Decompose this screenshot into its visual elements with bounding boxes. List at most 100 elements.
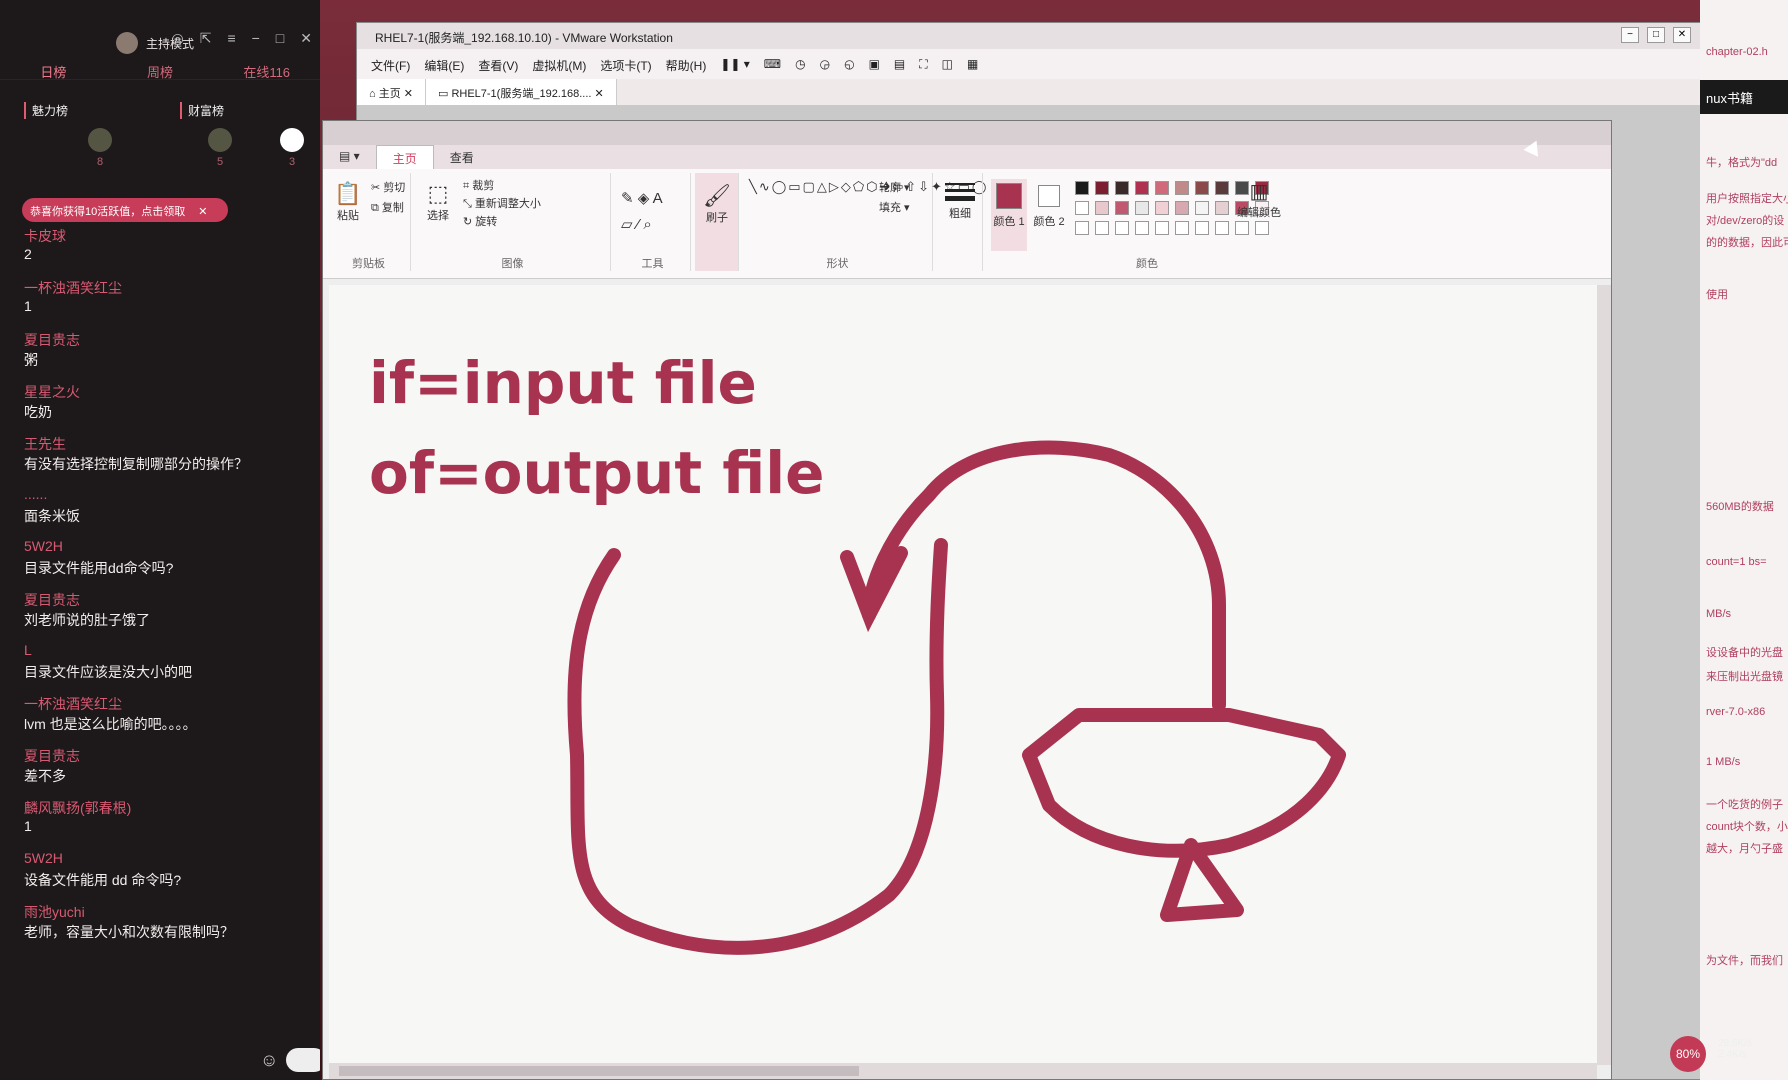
drawing-canvas[interactable]: if=input file of=output file	[329, 285, 1597, 1065]
chat-username[interactable]: 一杯浊酒笑红尘	[24, 694, 314, 714]
chat-username[interactable]: 一杯浊酒笑红尘	[24, 278, 314, 298]
minimize-icon[interactable]: −	[1621, 27, 1639, 43]
tab-view[interactable]: 查看	[434, 145, 490, 169]
tab-home[interactable]: ⌂ 主页 ✕	[357, 79, 426, 105]
palette-swatch[interactable]	[1215, 201, 1229, 215]
custom-swatch[interactable]	[1155, 221, 1169, 235]
palette-swatch[interactable]	[1215, 181, 1229, 195]
menu-file[interactable]: 文件(F)	[371, 57, 410, 73]
color2-button[interactable]: 颜色 2	[1031, 179, 1067, 229]
fill-icon[interactable]: ◈	[638, 190, 650, 207]
vertical-scrollbar[interactable]	[1597, 285, 1611, 1065]
reward-notice[interactable]: 恭喜你获得10活跃值，点击领取 ✕	[22, 198, 228, 222]
revert-icon[interactable]: ◶	[820, 57, 830, 71]
chat-username[interactable]: 夏目贵志	[24, 590, 314, 610]
menu-tabs[interactable]: 选项卡(T)	[600, 57, 651, 73]
custom-swatch[interactable]	[1095, 221, 1109, 235]
charm-rank-label[interactable]: 魅力榜	[24, 102, 68, 119]
file-menu-button[interactable]: ▤ ▾	[323, 145, 376, 169]
rank-user[interactable]: 5	[208, 128, 232, 168]
settings-icon[interactable]: ◎	[171, 30, 183, 47]
chat-input[interactable]	[286, 1048, 320, 1072]
close-icon[interactable]: ✕	[300, 30, 312, 47]
color-picker-icon[interactable]: ⁄	[637, 216, 640, 233]
paste-button[interactable]: 📋 粘贴	[333, 181, 363, 223]
custom-swatch[interactable]	[1135, 221, 1149, 235]
wealth-rank-label[interactable]: 财富榜	[180, 102, 224, 119]
custom-swatch[interactable]	[1115, 221, 1129, 235]
tab-weekly[interactable]: 周榜	[107, 62, 214, 81]
maximize-icon[interactable]: □	[276, 30, 284, 47]
horizontal-scrollbar[interactable]	[329, 1063, 1597, 1079]
cut-button[interactable]: ✂ 剪切	[371, 179, 405, 195]
unity-icon[interactable]: ◫	[942, 57, 953, 71]
snapshot-icon[interactable]: ◷	[795, 57, 805, 71]
palette-swatch[interactable]	[1155, 181, 1169, 195]
send-keys-icon[interactable]: ⌨	[764, 57, 781, 71]
close-icon[interactable]: ✕	[591, 88, 604, 100]
copy-button[interactable]: ⧉ 复制	[371, 199, 404, 215]
palette-swatch[interactable]	[1075, 181, 1089, 195]
chat-username[interactable]: 王先生	[24, 434, 314, 454]
chat-username[interactable]: ......	[24, 486, 314, 506]
chat-username[interactable]: 雨池yuchi	[24, 902, 314, 922]
stretch-icon[interactable]: ▦	[967, 57, 978, 71]
pencil-icon[interactable]: ✎	[621, 190, 634, 207]
palette-swatch[interactable]	[1155, 201, 1169, 215]
palette-swatch[interactable]	[1135, 181, 1149, 195]
close-icon[interactable]: ✕	[401, 88, 413, 100]
close-icon[interactable]: ✕	[198, 206, 207, 218]
tab-home[interactable]: 主页	[375, 145, 434, 169]
rank-user[interactable]: 8	[88, 128, 112, 168]
menu-help[interactable]: 帮助(H)	[666, 57, 707, 73]
speed-ball[interactable]: 80%	[1670, 1036, 1706, 1072]
snapshot-manager-icon[interactable]: ◵	[844, 57, 854, 71]
palette-swatch[interactable]	[1175, 201, 1189, 215]
emoji-icon[interactable]: ☺	[260, 1050, 278, 1071]
color1-button[interactable]: 颜色 1	[991, 179, 1027, 251]
custom-swatch[interactable]	[1175, 221, 1189, 235]
sidebar-view-icon[interactable]: ▣	[869, 57, 880, 71]
tab-online[interactable]: 在线116	[213, 62, 320, 81]
rotate-button[interactable]: ↻ 旋转	[463, 213, 497, 229]
palette-swatch[interactable]	[1175, 181, 1189, 195]
custom-swatch[interactable]	[1215, 221, 1229, 235]
tab-vm[interactable]: ▭ RHEL7-1(服务端_192.168.... ✕	[425, 79, 617, 105]
magnifier-icon[interactable]: ⌕	[643, 216, 651, 233]
chat-username[interactable]: 夏目贵志	[24, 330, 314, 350]
palette-swatch[interactable]	[1115, 201, 1129, 215]
text-icon[interactable]: A	[653, 190, 663, 207]
console-view-icon[interactable]: ▤	[894, 57, 905, 71]
tab-daily[interactable]: 日榜	[0, 62, 107, 81]
outline-button[interactable]: 轮廓 ▾	[879, 179, 910, 195]
chat-username[interactable]: 卡皮球	[24, 226, 314, 246]
brush-button[interactable]: 🖌 刷子	[695, 173, 739, 271]
custom-swatch[interactable]	[1235, 221, 1249, 235]
rank-user[interactable]: 3	[280, 128, 304, 168]
pause-icon[interactable]: ❚❚ ▾	[720, 57, 749, 71]
popout-icon[interactable]: ⇱	[200, 30, 212, 47]
fill-button[interactable]: 填充 ▾	[879, 199, 910, 215]
close-icon[interactable]: ✕	[1673, 27, 1691, 43]
resize-button[interactable]: ⤡ 重新调整大小	[463, 195, 541, 211]
palette-swatch[interactable]	[1195, 181, 1209, 195]
eraser-icon[interactable]: ▱	[621, 216, 633, 233]
maximize-icon[interactable]: □	[1647, 27, 1665, 43]
fullscreen-icon[interactable]: ⛶	[919, 57, 927, 71]
chat-username[interactable]: 5W2H	[24, 538, 314, 558]
custom-swatch[interactable]	[1075, 221, 1089, 235]
palette-swatch[interactable]	[1135, 201, 1149, 215]
edit-colors-button[interactable]: ▥ 编辑颜色	[1231, 179, 1287, 220]
palette-swatch[interactable]	[1115, 181, 1129, 195]
menu-icon[interactable]: ≡	[227, 30, 235, 47]
chat-username[interactable]: 5W2H	[24, 850, 314, 870]
palette-swatch[interactable]	[1075, 201, 1089, 215]
menu-view[interactable]: 查看(V)	[478, 57, 518, 73]
crop-button[interactable]: ⌗ 裁剪	[463, 177, 494, 193]
size-button[interactable]: 粗细	[937, 173, 983, 271]
minimize-icon[interactable]: −	[252, 30, 260, 47]
scroll-thumb[interactable]	[339, 1066, 859, 1076]
chat-username[interactable]: 星星之火	[24, 382, 314, 402]
select-button[interactable]: ⬚ 选择	[421, 181, 455, 223]
chat-username[interactable]: 夏目贵志	[24, 746, 314, 766]
